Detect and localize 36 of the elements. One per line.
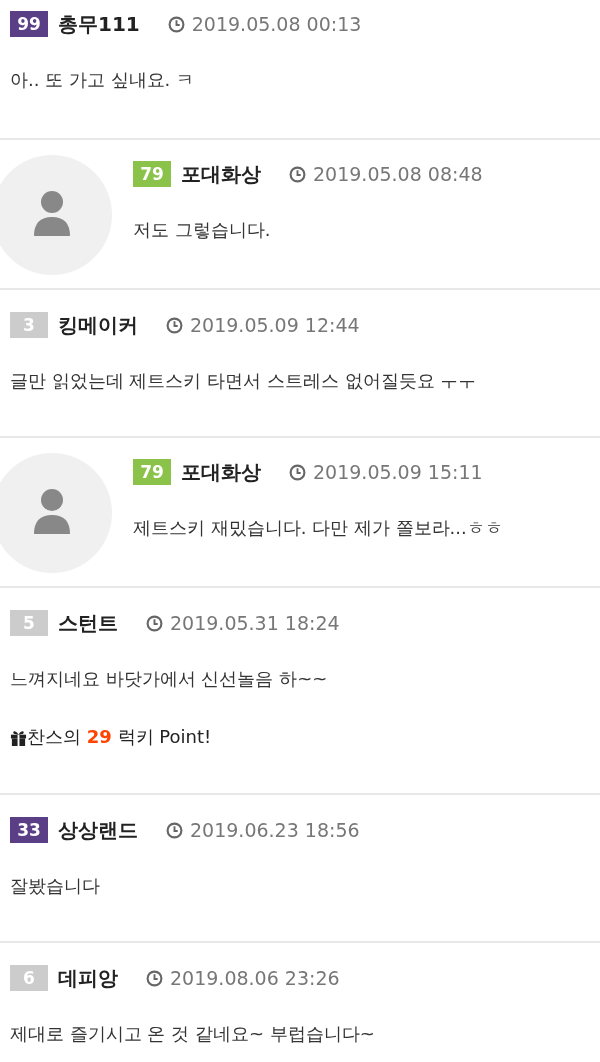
author-name: 포대화상 [181, 458, 261, 486]
clock-icon [289, 165, 306, 183]
author-name: 데피앙 [58, 964, 118, 992]
level-badge: 99 [10, 11, 48, 37]
comment-text: 아.. 또 가고 싶내요. ㅋ [10, 68, 196, 92]
level-badge: 79 [133, 459, 171, 485]
author-name: 총무111 [58, 10, 140, 38]
comment-date: 2019.05.08 00:13 [191, 13, 362, 35]
comment-text: 제트스키 재밌습니다. 다만 제가 쫄보라...ㅎㅎ [133, 516, 503, 540]
comment-text: 제대로 즐기시고 온 것 같네요~ 부럽습니다~ [10, 1022, 375, 1046]
level-badge: 33 [10, 817, 48, 843]
gift-icon [10, 728, 27, 746]
clock-icon [166, 316, 183, 334]
comment-date: 2019.05.09 12:44 [190, 314, 360, 336]
lucky-point-text: 찬스의 29 럭키 Point! [27, 725, 212, 749]
clock-icon [146, 614, 163, 632]
comment-date: 2019.08.06 23:26 [170, 967, 340, 989]
author-name: 킹메이커 [58, 311, 138, 339]
comment-date: 2019.05.31 18:24 [170, 612, 340, 634]
comment-text: 느껴지네요 바닷가에서 신선놀음 하~~ [10, 667, 329, 691]
clock-icon [167, 15, 185, 33]
clock-icon [166, 821, 183, 839]
comment-text: 글만 읽었는데 제트스키 타면서 스트레스 없어질듯요 ㅜㅜ [10, 369, 477, 393]
author-name: 스턴트 [58, 609, 118, 637]
comment-date: 2019.05.08 08:48 [313, 163, 483, 185]
author-name: 포대화상 [181, 160, 261, 188]
comment-date: 2019.05.09 15:11 [313, 461, 483, 483]
comment-text: 잘봤습니다 [10, 874, 101, 898]
author-name: 상상랜드 [58, 816, 138, 844]
level-badge: 79 [133, 161, 171, 187]
comment-text: 저도 그렇습니다. [133, 218, 272, 242]
clock-icon [289, 463, 306, 481]
comment-date: 2019.06.23 18:56 [190, 819, 360, 841]
clock-icon [146, 969, 163, 987]
avatar-icon [0, 453, 112, 573]
avatar-icon [0, 155, 112, 275]
